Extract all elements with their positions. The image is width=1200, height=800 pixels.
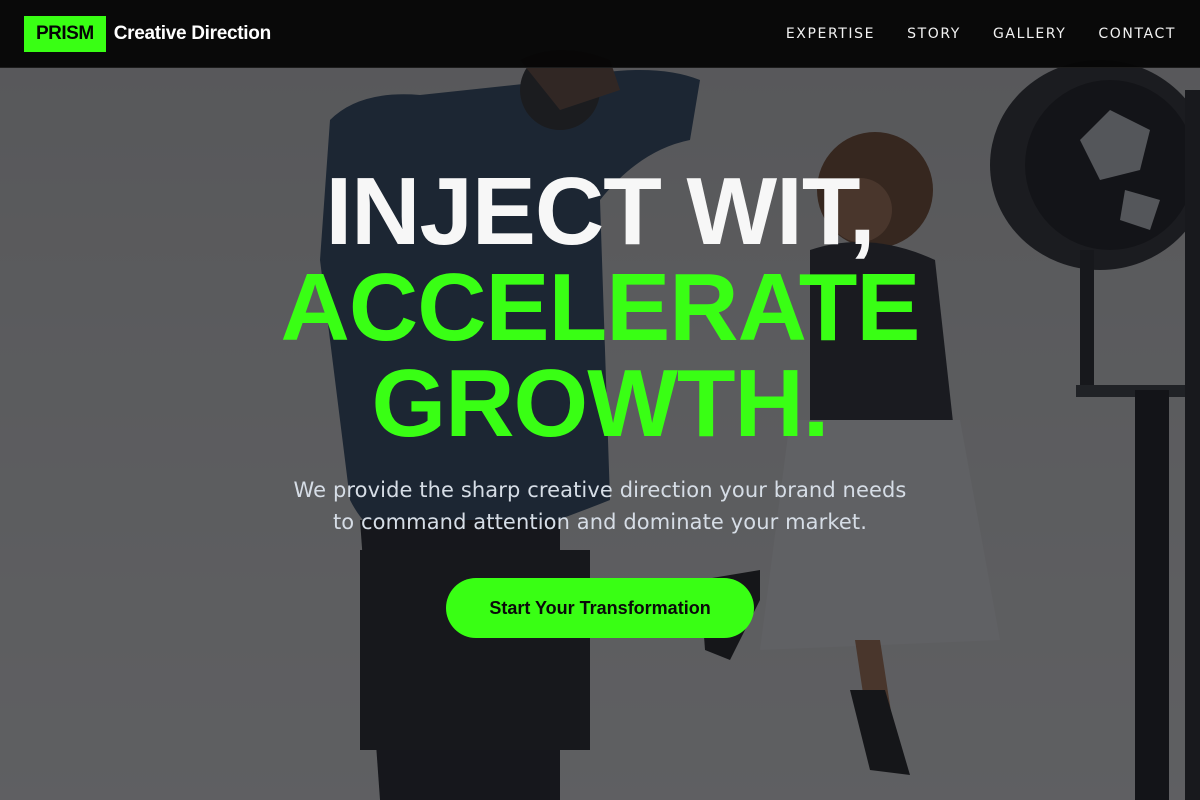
brand-home-link[interactable]: PRISM Creative Direction xyxy=(24,15,272,52)
start-transformation-button[interactable]: Start Your Transformation xyxy=(446,578,754,638)
nav-link-story[interactable]: STORY xyxy=(907,26,961,42)
hero-subtitle: We provide the sharp creative direction … xyxy=(250,474,950,538)
headline-line-2: ACCELERATE xyxy=(280,254,921,361)
headline-line-3: GROWTH. xyxy=(371,350,830,457)
subtitle-line-2: to command attention and dominate your m… xyxy=(332,510,868,534)
landing-page: PRISM Creative Direction EXPERTISE STORY… xyxy=(0,0,1200,800)
brand-name: Creative Direction xyxy=(113,22,272,44)
main-nav: EXPERTISE STORY GALLERY CONTACT xyxy=(754,26,1176,42)
headline-line-1: INJECT WIT, xyxy=(325,158,875,265)
site-header: PRISM Creative Direction EXPERTISE STORY… xyxy=(0,0,1200,68)
subtitle-line-1: We provide the sharp creative direction … xyxy=(293,478,907,502)
nav-link-gallery[interactable]: GALLERY xyxy=(993,26,1066,42)
nav-link-expertise[interactable]: EXPERTISE xyxy=(786,26,875,42)
hero-section: INJECT WIT, ACCELERATE GROWTH. We provid… xyxy=(0,68,1200,800)
hero-headline: INJECT WIT, ACCELERATE GROWTH. xyxy=(0,164,1200,452)
prism-logo: PRISM xyxy=(24,15,106,52)
nav-link-contact[interactable]: CONTACT xyxy=(1098,26,1176,42)
